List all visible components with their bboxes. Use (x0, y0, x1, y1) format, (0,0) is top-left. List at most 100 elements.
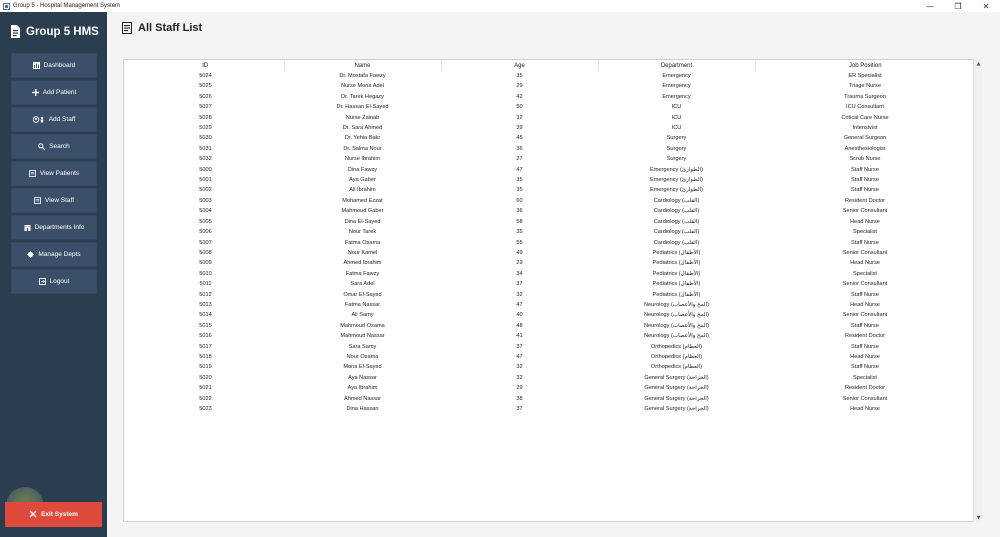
sidebar-item-departments-info[interactable]: Departments Info (11, 215, 97, 240)
table-row[interactable]: 5004 Mahmoud Gaber 36 Cardiology (القلب) Sen… (127, 206, 975, 216)
staff-table-panel: ID Name Age Department Job Position 5024… (123, 59, 981, 522)
cell-name: Dina El-Sayed (344, 218, 381, 225)
minimize-button[interactable]: — (916, 0, 944, 12)
table-row[interactable]: 5013 Fatma Nassar 47 Neurology (المخ والأعص… (127, 300, 975, 310)
table-row[interactable]: 5009 Ahmed Ibrahim 29 Pediatrics (الأطفال) H… (127, 258, 975, 268)
table-row[interactable]: 5007 Fatma Osama 55 Cardiology (القلب) Staff… (127, 238, 975, 248)
table-row[interactable]: 5006 Nour Tarek 35 Cardiology (القلب) Specia… (127, 227, 975, 237)
table-row[interactable]: 5025 Nurse Mona Adel 29 Emergency Triage Nur… (127, 81, 975, 91)
cell-age: 37 (516, 343, 523, 350)
cell-age: 45 (516, 135, 523, 142)
cell-job-position: Staff Nurse (851, 177, 879, 184)
table-row[interactable]: 5017 Sara Samy 37 Orthopedics (العظام) Staff… (127, 342, 975, 352)
cell-name: Mohamed Ezzat (342, 197, 383, 204)
sidebar-item-add-staff[interactable]: Add Staff (11, 107, 97, 132)
cell-name: Dr. Yehia Bakr (344, 135, 381, 142)
cell-id: 5006 (199, 229, 212, 236)
cell-job-position: Staff Nurse (851, 291, 879, 298)
cell-id: 5010 (199, 270, 212, 277)
close-button[interactable]: ✕ (972, 0, 1000, 12)
table-row[interactable]: 5001 Aya Gaber 35 Emergency (الطوارئ) Staff … (127, 175, 975, 185)
table-row[interactable]: 5022 Ahmed Nassar 38 General Surgery (الجرا… (127, 394, 975, 404)
sidebar-item-logout[interactable]: Logout (11, 269, 97, 294)
table-row[interactable]: 5029 Dr. Sara Ahmed 39 ICU Intensivist (127, 123, 975, 133)
cell-job-position: ER Specialist (848, 73, 882, 79)
cell-job-position: Staff Nurse (851, 364, 879, 371)
cell-department: Surgery (666, 135, 687, 142)
table-row[interactable]: 5015 Mahmoud Osama 48 Neurology (المخ والأع… (127, 321, 975, 331)
table-row[interactable]: 5024 Dr. Mostafa Fawzy 35 Emergency ER Speci… (127, 71, 975, 81)
table-row[interactable]: 5000 Dina Fawzy 47 Emergency (الطوارئ) Staff… (127, 165, 975, 175)
table-row[interactable]: 5019 Mona El-Sayed 32 Orthopedics (العظام) S… (127, 362, 975, 372)
table-row[interactable]: 5031 Dr. Salma Nour 36 Surgery Anesthesiolog… (127, 144, 975, 154)
vertical-scrollbar[interactable]: ▲ ▼ (973, 59, 982, 522)
cell-department: Pediatrics (الأطفال) (652, 270, 701, 277)
cell-id: 5009 (199, 260, 212, 267)
table-row[interactable]: 5027 Dr. Hassan El-Sayed 50 ICU ICU Consulta… (127, 102, 975, 112)
sidebar-item-view-patients[interactable]: View Patients (11, 161, 97, 186)
cell-department: Neurology (المخ والأعصاب) (643, 333, 710, 340)
table-row[interactable]: 5008 Nour Kamel 49 Pediatrics (الأطفال) Seni… (127, 248, 975, 258)
sidebar-item-search[interactable]: Search (11, 134, 97, 159)
cell-age: 38 (516, 395, 523, 402)
column-header-id[interactable]: ID (127, 61, 285, 71)
table-row[interactable]: 5020 Aya Nassar 32 General Surgery (الجراحة… (127, 373, 975, 383)
table-row[interactable]: 5014 Ali Samy 40 Neurology (المخ والأعصاب) S… (127, 310, 975, 320)
cell-id: 5023 (199, 406, 212, 412)
table-row[interactable]: 5005 Dina El-Sayed 58 Cardiology (القلب) Hea… (127, 217, 975, 227)
table-row[interactable]: 5032 Nurse Ibrahim 27 Surgery Scrub Nurse (127, 154, 975, 164)
sidebar-item-label: Manage Depts (38, 251, 81, 258)
table-row[interactable]: 5028 Nurse Zainab 32 ICU Critical Care Nurse (127, 113, 975, 123)
table-row[interactable]: 5023 Dina Hassan 37 General Surgery (الجراح… (127, 404, 975, 414)
table-row[interactable]: 5016 Mahmoud Nassar 41 Neurology (المخ والأ… (127, 331, 975, 341)
cell-job-position: General Surgeon (843, 135, 887, 142)
sidebar-item-label: Departments Info (34, 224, 85, 231)
table-row[interactable]: 5026 Dr. Tarek Hegazy 42 Emergency Trauma Su… (127, 92, 975, 102)
sidebar-item-add-patient[interactable]: Add Patient (11, 80, 97, 105)
table-row[interactable]: 5018 Nour Osama 47 Orthopedics (العظام) Head… (127, 352, 975, 362)
column-header-job-position[interactable]: Job Position (755, 61, 975, 71)
cell-department: Surgery (666, 145, 687, 152)
column-header-department[interactable]: Department (598, 61, 756, 71)
table-row[interactable]: 5002 Ali Ibrahim 35 Emergency (الطوارئ) Staf… (127, 185, 975, 195)
cell-department: Orthopedics (العظام) (650, 343, 703, 350)
maximize-button[interactable]: ❐ (944, 0, 972, 12)
table-row[interactable]: 5010 Fatma Fawzy 34 Pediatrics (الأطفال) Spe… (127, 269, 975, 279)
sidebar-item-manage-depts[interactable]: Manage Depts (11, 242, 97, 267)
cell-name: Dina Fawzy (347, 166, 378, 173)
scroll-up-arrow[interactable]: ▲ (974, 59, 983, 68)
cell-id: 5020 (199, 374, 212, 381)
exit-system-button[interactable]: Exit System (5, 502, 102, 527)
table-row[interactable]: 5012 Omar El-Sayed 32 Pediatrics (الأطفال) S… (127, 290, 975, 300)
cell-department: ICU (671, 104, 682, 111)
column-header-age[interactable]: Age (441, 61, 599, 71)
cell-name: Dr. Mostafa Fawzy (339, 73, 386, 79)
cell-age: 36 (516, 208, 523, 215)
cell-name: Aya Ibrahim (347, 385, 378, 392)
cell-age: 47 (516, 301, 523, 308)
close-x-icon (29, 510, 37, 520)
sidebar-item-view-staff[interactable]: View Staff (11, 188, 97, 213)
cell-id: 5021 (199, 385, 212, 392)
table-row[interactable]: 5011 Sara Adel 37 Pediatrics (الأطفال) Senio… (127, 279, 975, 289)
cell-age: 47 (516, 353, 523, 360)
table-row[interactable]: 5030 Dr. Yehia Bakr 45 Surgery General Surge… (127, 133, 975, 143)
cell-age: 35 (516, 187, 523, 194)
brand: Group 5 HMS (10, 25, 99, 38)
cell-name: Nurse Mona Adel (341, 83, 384, 90)
sidebar-item-dashboard[interactable]: Dashboard (11, 53, 97, 78)
cell-job-position: Staff Nurse (851, 166, 879, 173)
column-header-name[interactable]: Name (284, 61, 442, 71)
cell-age: 58 (516, 218, 523, 225)
cell-id: 5026 (199, 93, 212, 100)
scroll-down-arrow[interactable]: ▼ (974, 513, 983, 522)
cell-department: Emergency (الطوارئ) (650, 187, 703, 194)
table-row[interactable]: 5003 Mohamed Ezzat 60 Cardiology (القلب) Res… (127, 196, 975, 206)
cell-name: Sara Adel (350, 281, 375, 288)
sidebar-item-label: View Patients (39, 170, 80, 177)
table-row[interactable]: 5021 Aya Ibrahim 29 General Surgery (الجراح… (127, 383, 975, 393)
cell-age: 37 (516, 406, 523, 412)
sidebar-item-label: Logout (49, 278, 70, 285)
cell-age: 42 (516, 93, 523, 100)
sidebar-item-label: Add Staff (48, 116, 76, 123)
